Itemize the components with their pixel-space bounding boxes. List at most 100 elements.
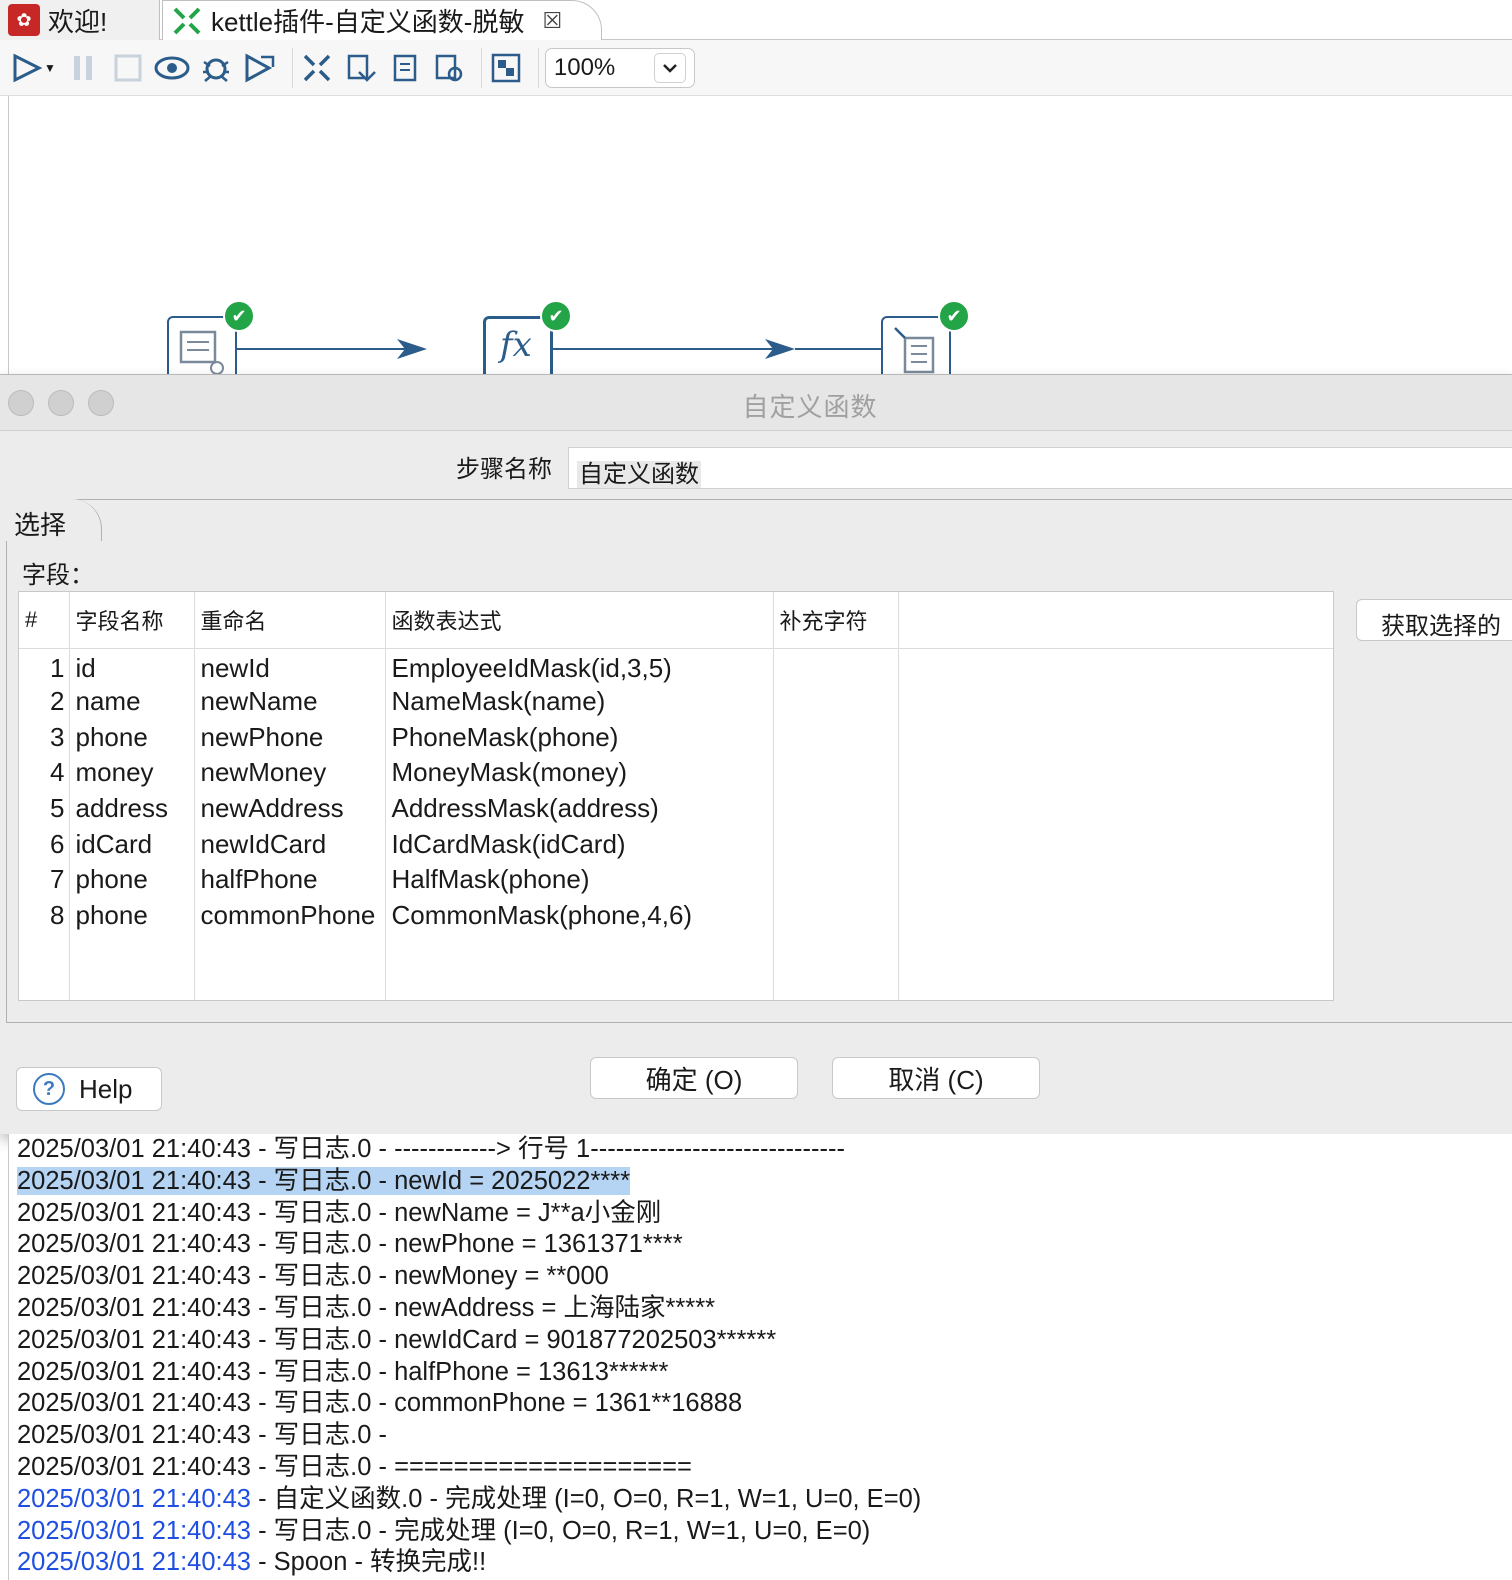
cell-expression[interactable]: EmployeeIdMask(id,3,5) [385,648,774,684]
cell-expression[interactable]: CommonMask(phone,4,6) [385,897,774,934]
table-row[interactable]: 3 phone newPhone PhoneMask(phone) [19,719,1333,756]
cell-empty[interactable] [898,791,1333,827]
cell-pad-char[interactable] [773,755,899,791]
cell-field-name[interactable]: address [69,790,195,827]
help-button[interactable]: ? Help [16,1067,162,1111]
pause-icon[interactable] [66,50,102,86]
cell-empty[interactable] [898,684,1333,720]
log-line-content: 2025/03/01 21:40:43 - 写日志.0 - [17,1421,394,1449]
cell-empty[interactable] [898,719,1333,755]
log-timestamp: 2025/03/01 21:40:43 [17,1516,251,1545]
row-index: 5 [19,790,70,827]
cell-pad-char[interactable] [773,648,899,684]
row-index: 3 [19,719,70,756]
table-row[interactable]: 5 address newAddress AddressMask(address) [19,790,1333,827]
explore-db-icon[interactable] [431,50,467,86]
cell-pad-char[interactable] [773,719,899,756]
cell-empty[interactable] [898,898,1333,934]
cell-rename[interactable]: halfPhone [194,862,386,898]
col-header-pad-char[interactable]: 补充字符 [773,592,899,649]
replay-icon[interactable] [242,50,278,86]
cell-field-name[interactable]: phone [69,862,195,898]
cell-empty[interactable] [898,755,1333,791]
run-icon[interactable] [10,50,46,86]
cell-field-name[interactable]: idCard [69,826,195,863]
transformation-canvas[interactable]: ✔ fx ✔ ✔ [8,96,1504,386]
get-selected-fields-button[interactable]: 获取选择的 [1356,599,1512,641]
cell-field-name[interactable]: money [69,755,195,791]
log-timestamp: 2025/03/01 21:40:43 [17,1166,251,1195]
table-row[interactable]: 1 id newId EmployeeIdMask(id,3,5) [19,648,1333,684]
stop-icon[interactable] [110,50,146,86]
table-row[interactable]: 6 idCard newIdCard IdCardMask(idCard) [19,826,1333,863]
cell-expression[interactable]: IdCardMask(idCard) [385,826,774,863]
cell-field-name[interactable]: phone [69,897,195,934]
zoom-select[interactable]: 100% [544,47,695,88]
log-timestamp: 2025/03/01 21:40:43 [17,1452,251,1481]
zoom-value: 100% [553,53,616,81]
dialog-titlebar: 自定义函数 [0,375,1512,431]
cell-expression[interactable]: PhoneMask(phone) [385,719,774,756]
table-row[interactable]: 4 money newMoney MoneyMask(money) [19,755,1333,791]
cell-empty [194,933,386,1000]
log-timestamp: 2025/03/01 21:40:43 [17,1421,251,1450]
log-message: - 写日志.0 - ------------> 行号 1------------… [250,1135,845,1163]
log-timestamp: 2025/03/01 21:40:43 [17,1357,251,1386]
tab-welcome[interactable]: ✿ 欢迎! [0,0,160,40]
col-header-expression[interactable]: 函数表达式 [385,592,774,649]
cell-pad-char[interactable] [773,683,899,720]
cell-expression[interactable]: AddressMask(address) [385,790,774,827]
tab-transformation[interactable]: kettle插件-自定义函数-脱敏 ☒ [162,0,602,40]
cell-rename[interactable]: newAddress [194,790,386,827]
cell-expression[interactable]: MoneyMask(money) [385,755,774,791]
chevron-down-icon[interactable] [653,52,686,83]
ok-button[interactable]: 确定 (O) [590,1057,798,1099]
sql-icon[interactable] [387,50,423,86]
tab-transformation-label: kettle插件-自定义函数-脱敏 [211,7,525,37]
cell-empty[interactable] [898,862,1333,898]
cell-expression[interactable]: NameMask(name) [385,683,774,720]
cell-rename[interactable]: newPhone [194,719,386,756]
cell-pad-char[interactable] [773,862,899,898]
log-message: - 写日志.0 - newPhone = 1361371**** [250,1230,683,1259]
cell-rename[interactable]: commonPhone [194,897,386,934]
table-row[interactable]: 2 name newName NameMask(name) [19,683,1333,720]
run-dropdown-icon[interactable]: ▼ [44,61,56,75]
cell-empty [898,934,1333,1000]
cancel-button[interactable]: 取消 (C) [832,1057,1040,1099]
cell-field-name[interactable]: id [69,648,195,684]
table-row-empty [19,933,1333,1000]
fields-table[interactable]: # 字段名称 重命名 函数表达式 补充字符 1 id newId EmployeeId… [18,591,1334,1001]
log-timestamp: 2025/03/01 21:40:43 [17,1548,251,1577]
cell-pad-char[interactable] [773,790,899,827]
cell-field-name[interactable]: name [69,683,195,720]
step-name-input[interactable]: 自定义函数 [568,447,1512,489]
log-line: 2025/03/01 21:40:43 - 写日志.0 - 完成处理 (I=0,… [9,1516,1512,1548]
log-message: - 写日志.0 - newMoney = **000 [250,1262,609,1291]
table-row[interactable]: 8 phone commonPhone CommonMask(phone,4,6) [19,897,1333,934]
cell-expression[interactable]: HalfMask(phone) [385,862,774,898]
col-header-rename[interactable]: 重命名 [194,592,386,649]
cell-empty[interactable] [898,648,1333,684]
close-tab-icon[interactable]: ☒ [542,8,562,34]
table-row[interactable]: 7 phone halfPhone HalfMask(phone) [19,862,1333,898]
cell-rename[interactable]: newId [194,648,386,684]
tab-select[interactable]: 选择 [6,499,102,541]
cell-rename[interactable]: newIdCard [194,826,386,863]
zoom-fit-icon[interactable] [488,50,524,86]
cell-pad-char[interactable] [773,897,899,934]
impact-icon[interactable] [343,50,379,86]
cell-empty[interactable] [898,826,1333,862]
cell-field-name[interactable]: phone [69,719,195,756]
cell-rename[interactable]: newMoney [194,755,386,791]
execution-log[interactable]: 2025/03/01 21:40:43 - 写日志.0 - ----------… [8,1134,1512,1580]
row-index: 8 [19,897,70,934]
preview-icon[interactable] [154,50,190,86]
log-timestamp: 2025/03/01 21:40:43 [17,1389,251,1418]
debug-icon[interactable] [198,50,234,86]
col-header-field-name[interactable]: 字段名称 [69,592,195,649]
cell-pad-char[interactable] [773,826,899,863]
verify-icon[interactable] [299,50,335,86]
cell-rename[interactable]: newName [194,683,386,720]
log-line-content: 2025/03/01 21:40:43 - 写日志.0 - ==========… [17,1453,692,1481]
